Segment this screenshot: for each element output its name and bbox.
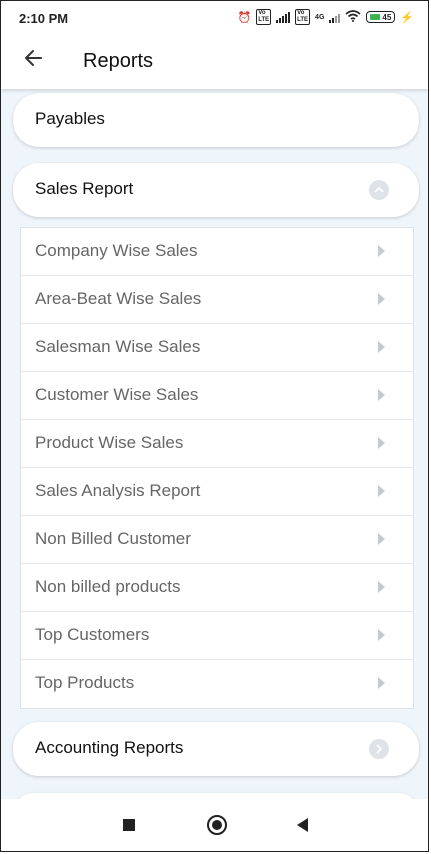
caret-right-icon <box>378 581 385 593</box>
sales-report-label: Sales Report <box>35 179 134 198</box>
status-time: 2:10 PM <box>19 11 69 26</box>
wifi-icon <box>345 9 361 25</box>
payables-label: Payables <box>35 109 105 128</box>
charging-icon: ⚡ <box>400 11 414 24</box>
list-item-label: Company Wise Sales <box>35 241 198 260</box>
caret-right-icon <box>378 437 385 449</box>
list-item-label: Area-Beat Wise Sales <box>35 289 202 308</box>
status-bar: 2:10 PM ⏰ Vo LTE Vo LTE 4G 45 ⚡ <box>1 1 428 37</box>
payables-card[interactable]: Payables <box>13 93 419 147</box>
arrow-left-icon[interactable] <box>23 47 45 76</box>
caret-right-icon <box>378 485 385 497</box>
network-type: 4G <box>315 13 325 21</box>
battery-level: 45 <box>382 12 392 22</box>
list-item-label: Salesman Wise Sales <box>35 337 201 356</box>
list-item-label: Top Customers <box>35 625 150 644</box>
list-item-label: Sales Analysis Report <box>35 481 201 500</box>
accounting-reports-card[interactable]: Accounting Reports <box>13 722 419 776</box>
volte-icon: Vo LTE <box>256 9 272 25</box>
app-bar: Reports <box>1 37 428 89</box>
alarm-icon: ⏰ <box>237 11 252 24</box>
phone-screen: 2:10 PM ⏰ Vo LTE Vo LTE 4G 45 ⚡ Reports Pa… <box>0 0 429 852</box>
list-item-label: Non Billed Customer <box>35 529 191 548</box>
caret-right-icon <box>378 341 385 353</box>
list-item-label: Non billed products <box>35 577 181 596</box>
sales-report-submenu: Company Wise Sales Area-Beat Wise Sales … <box>20 227 414 709</box>
caret-right-icon <box>378 533 385 545</box>
accounting-reports-label: Accounting Reports <box>35 738 184 757</box>
list-item[interactable]: Area-Beat Wise Sales <box>21 276 413 324</box>
system-nav-bar <box>1 799 428 851</box>
list-item[interactable]: Top Products <box>21 660 413 708</box>
signal-icon-2 <box>329 12 341 23</box>
home-button[interactable] <box>207 815 227 835</box>
status-icons: ⏰ Vo LTE Vo LTE 4G 45 ⚡ <box>238 9 414 25</box>
caret-right-icon <box>378 677 385 689</box>
volte-icon-2: Vo LTE <box>295 9 311 25</box>
battery-icon: 45 <box>366 11 396 23</box>
page-title: Reports <box>83 50 154 72</box>
list-item[interactable]: Top Customers <box>21 612 413 660</box>
caret-right-icon <box>378 245 385 257</box>
signal-icon <box>276 11 291 23</box>
list-item[interactable]: Sales Analysis Report <box>21 468 413 516</box>
system-back-button[interactable] <box>297 818 308 832</box>
report-list: Payables Sales Report Company Wise Sales… <box>1 89 428 813</box>
list-item[interactable]: Product Wise Sales <box>21 420 413 468</box>
battery-fill <box>370 14 381 20</box>
list-item[interactable]: Non Billed Customer <box>21 516 413 564</box>
list-item-label: Top Products <box>35 673 135 692</box>
list-item-label: Product Wise Sales <box>35 433 184 452</box>
list-item[interactable]: Company Wise Sales <box>21 228 413 276</box>
caret-right-icon <box>378 629 385 641</box>
chevron-up-icon[interactable] <box>369 180 389 200</box>
recents-button[interactable] <box>123 819 135 831</box>
list-item-label: Customer Wise Sales <box>35 385 199 404</box>
list-item[interactable]: Customer Wise Sales <box>21 372 413 420</box>
caret-right-icon <box>378 293 385 305</box>
list-item[interactable]: Non billed products <box>21 564 413 612</box>
chevron-right-icon[interactable] <box>369 739 389 759</box>
sales-report-card[interactable]: Sales Report <box>13 163 419 217</box>
caret-right-icon <box>378 389 385 401</box>
list-item[interactable]: Salesman Wise Sales <box>21 324 413 372</box>
